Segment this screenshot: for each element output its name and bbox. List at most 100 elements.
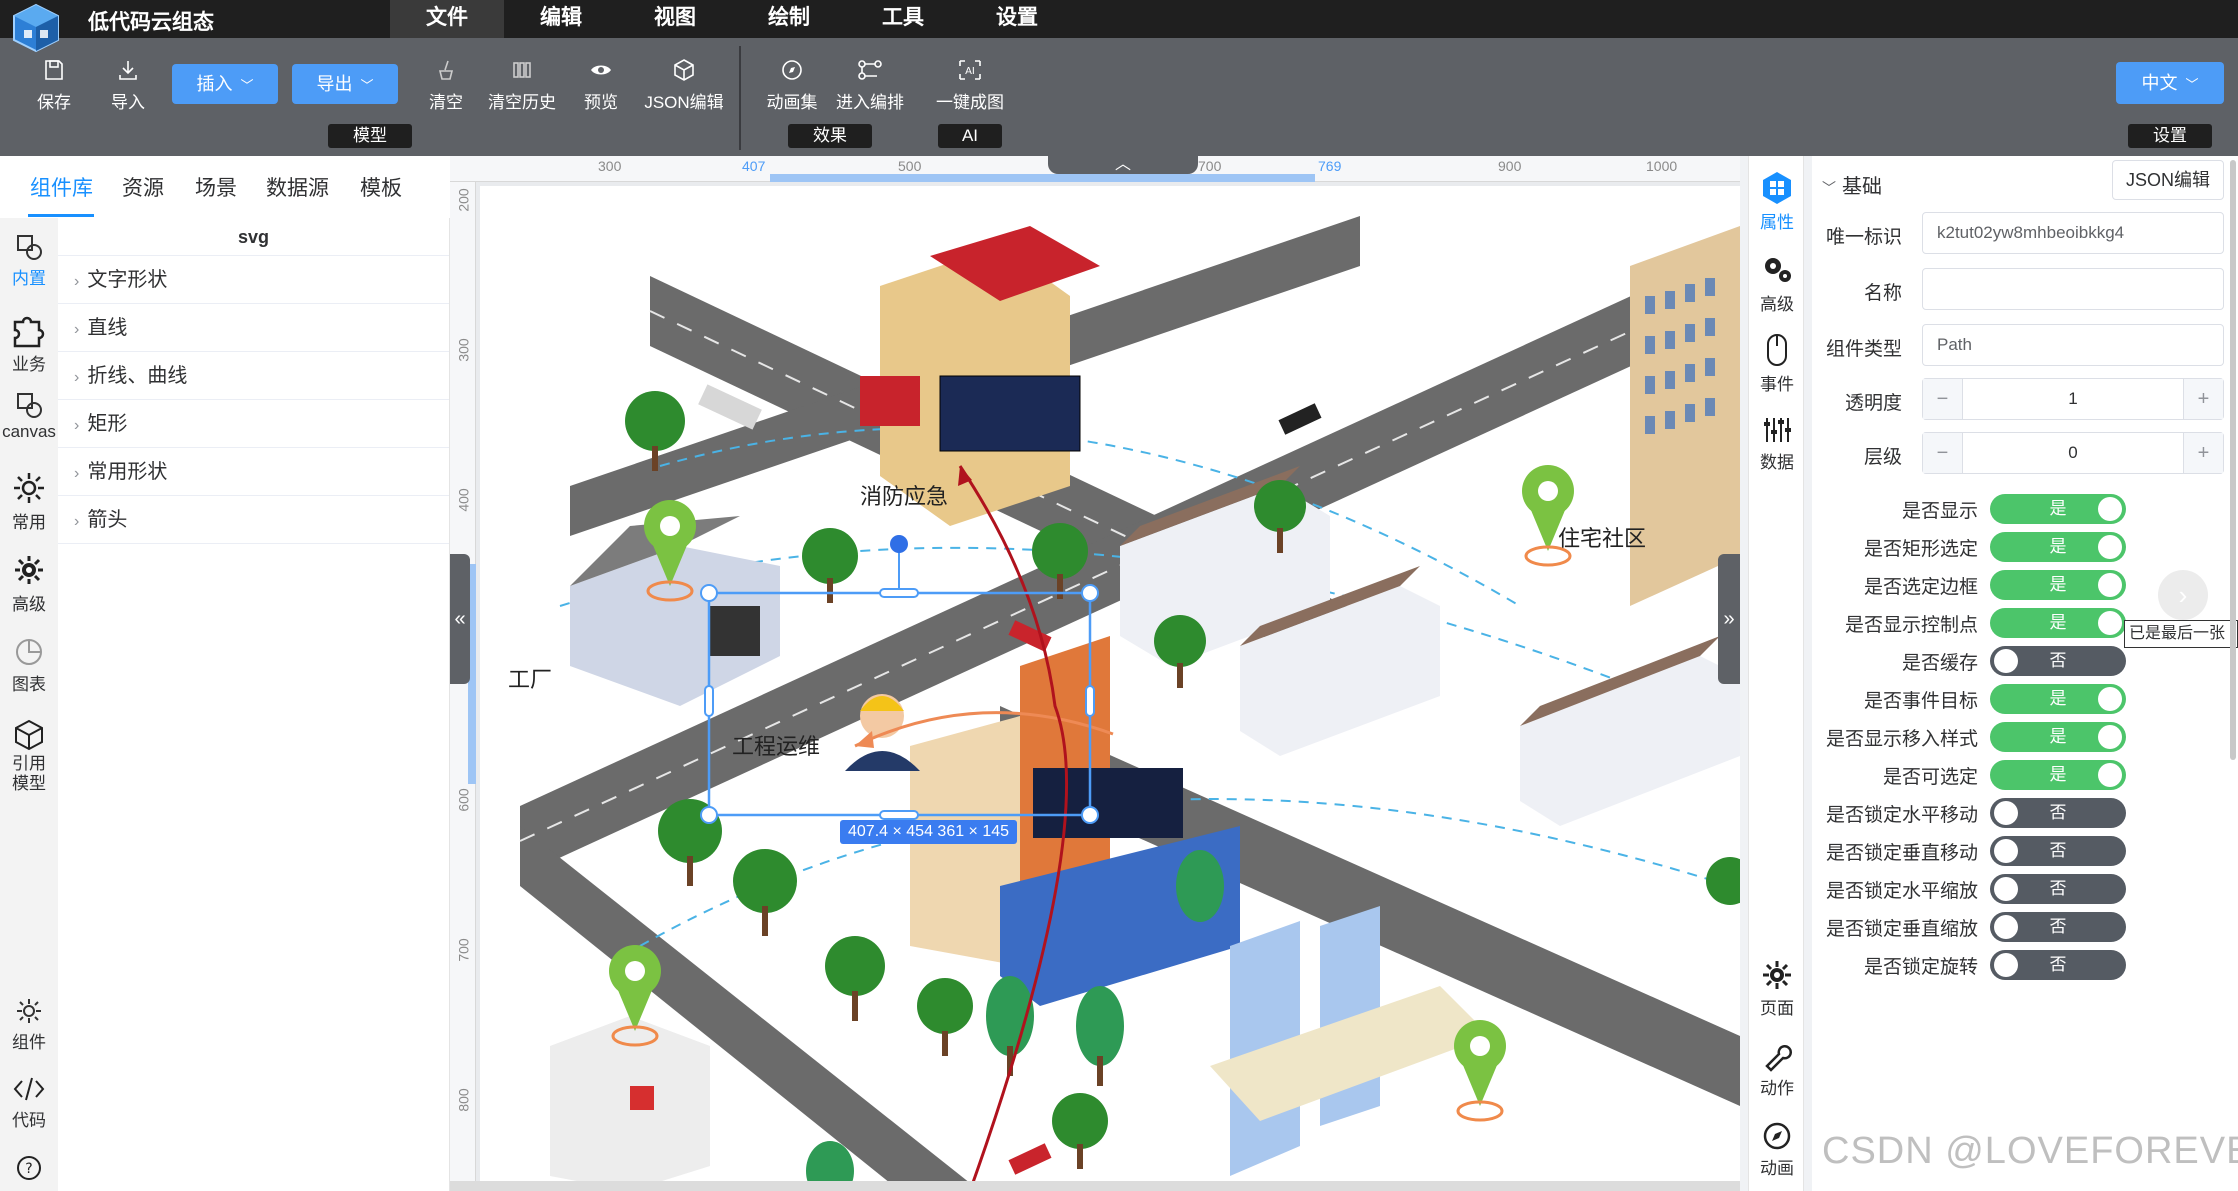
menu-tab-file[interactable]: 文件 [390,0,504,38]
left-icon-rail: 内置 业务 canvas 常用 高级 图表 引用模型 组件 代码 ? [0,218,58,1191]
library-item-rectangle[interactable]: › 矩形 [58,400,449,448]
decrement-button[interactable]: − [1923,379,1963,419]
rail-item-code[interactable]: 代码 [0,1074,58,1131]
toggle-knob [1994,915,2018,939]
library-item-arrow[interactable]: › 箭头 [58,496,449,544]
toggle-switch[interactable]: 是 [1990,532,2126,562]
canvas-paper[interactable]: 消防应急 住宅社区 工厂 工程运维 407.4 × 454 361 × 145 [480,186,1740,1191]
opacity-stepper[interactable]: − 1 + [1922,378,2224,420]
rail-item-data[interactable]: 数据 [1749,414,1805,473]
increment-button[interactable]: + [2183,379,2223,419]
horizontal-scrollbar[interactable] [450,1181,1740,1191]
prop-label: 是否事件目标 [1863,691,1978,712]
decrement-button[interactable]: − [1923,433,1963,473]
prop-row-type: 组件类型 Path [1812,324,2238,368]
rail-item-common[interactable]: 常用 [0,470,58,533]
toggle-switch[interactable]: 是 [1990,760,2126,790]
puzzle-icon [13,316,45,348]
rotate-handle[interactable] [890,535,908,553]
svg-text:?: ? [25,1161,32,1177]
rail-item-animation[interactable]: 动画 [1749,1120,1805,1179]
opacity-value[interactable]: 1 [1963,379,2183,419]
one-click-button[interactable]: AI 一键成图 [920,58,1020,113]
tab-templates[interactable]: 模板 [360,172,402,202]
rail-item-charts[interactable]: 图表 [0,636,58,695]
toggle-switch[interactable]: 是 [1990,722,2126,752]
rail-item-events[interactable]: 事件 [1749,332,1805,395]
collapse-right-panel-button[interactable]: » [1718,554,1740,684]
rail-item-components[interactable]: 组件 [0,996,58,1053]
rail-item-page[interactable]: 页面 [1749,958,1805,1019]
layer-value[interactable]: 0 [1963,433,2183,473]
rail-item-properties[interactable]: 属性 [1749,170,1805,233]
menu-tab-edit[interactable]: 编辑 [504,0,618,38]
library-group-header[interactable]: svg [58,218,449,256]
properties-scrollbar[interactable] [2230,160,2236,760]
ruler-tick-label: 400 [455,488,472,512]
toggle-switch[interactable]: 否 [1990,798,2126,828]
toggle-switch[interactable]: 否 [1990,836,2126,866]
library-item-polyline[interactable]: › 折线、曲线 [58,352,449,400]
tab-resources[interactable]: 资源 [122,172,164,202]
animation-set-label: 动画集 [766,93,818,112]
library-item-common-shapes[interactable]: › 常用形状 [58,448,449,496]
toggle-switch[interactable]: 否 [1990,646,2126,676]
rail-item-canvas[interactable]: canvas [0,390,58,442]
preview-label: 预览 [584,93,618,112]
toggle-knob [2098,725,2122,749]
json-edit-button[interactable]: JSON编辑 [634,58,734,113]
tab-scenes[interactable]: 场景 [195,172,237,202]
label-residential[interactable]: 住宅社区 [1558,521,1646,553]
language-dropdown[interactable]: 中文 ﹀ [2116,62,2224,104]
section-basic-header[interactable]: ﹀ 基础 [1822,170,1882,199]
rail-item-advanced[interactable]: 高级 [0,552,58,615]
toggle-switch[interactable]: 否 [1990,950,2126,980]
tooltip: 已是最后一张 [2124,620,2238,648]
rail-label: 数据 [1760,453,1794,472]
props-json-edit-button[interactable]: JSON编辑 [2112,160,2224,200]
id-field[interactable]: k2tut02yw8mhbeoibkkg4 [1922,212,2224,254]
type-field[interactable]: Path [1922,324,2224,366]
prop-row-layer: 层级 − 0 + [1812,432,2238,476]
next-button[interactable]: › [2158,570,2208,620]
menu-tab-settings[interactable]: 设置 [960,0,1074,38]
menu-tab-draw[interactable]: 绘制 [732,0,846,38]
rail-label: 事件 [1760,375,1794,394]
library-item-line[interactable]: › 直线 [58,304,449,352]
label-fire-emergency[interactable]: 消防应急 [860,479,948,511]
export-dropdown[interactable]: 导出 ﹀ [292,64,398,104]
ruler-tick-label: 700 [455,938,472,962]
enter-arrange-button[interactable]: 进入编排 [820,58,920,113]
cube-icon [674,59,694,81]
library-item-text-shape[interactable]: › 文字形状 [58,256,449,304]
toggle-switch[interactable]: 否 [1990,874,2126,904]
layer-stepper[interactable]: − 0 + [1922,432,2224,474]
toggle-switch[interactable]: 是 [1990,684,2126,714]
gear-icon [17,999,41,1023]
rail-item-actions[interactable]: 动作 [1749,1040,1805,1099]
library-tabs: 组件库 资源 场景 数据源 模板 [0,156,450,218]
name-field[interactable] [1922,268,2224,310]
import-button[interactable]: 导入 [78,58,178,113]
toggle-switch[interactable]: 是 [1990,494,2126,524]
prop-label: 是否矩形选定 [1863,539,1978,560]
insert-dropdown[interactable]: 插入 ﹀ [172,64,278,104]
label-maintenance[interactable]: 工程运维 [732,729,820,761]
tab-component-library[interactable]: 组件库 [30,172,93,202]
menu-tab-tools[interactable]: 工具 [846,0,960,38]
toggle-switch[interactable]: 是 [1990,570,2126,600]
rail-item-advanced[interactable]: 高级 [1749,252,1805,315]
collapse-left-panel-button[interactable]: « [450,554,470,684]
toolbar: 保存 导入 插入 ﹀ 导出 ﹀ 模型 清空 清空历史 预览 JSON编辑 动画集 进… [0,38,2238,156]
label-factory[interactable]: 工厂 [508,662,552,694]
increment-button[interactable]: + [2183,433,2223,473]
toggle-switch[interactable]: 否 [1990,912,2126,942]
tab-datasource[interactable]: 数据源 [266,172,329,202]
toggle-switch[interactable]: 是 [1990,608,2126,638]
help-button[interactable]: ? [0,1154,58,1184]
collapse-toolbar-button[interactable]: ︿ [1048,156,1198,174]
rail-item-ref-model[interactable]: 引用模型 [0,718,58,794]
rail-item-business[interactable]: 业务 [0,310,58,375]
menu-tab-view[interactable]: 视图 [618,0,732,38]
rail-item-builtin[interactable]: 内置 [0,232,58,289]
